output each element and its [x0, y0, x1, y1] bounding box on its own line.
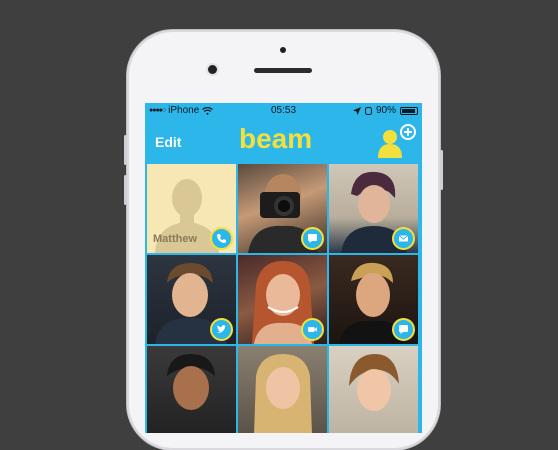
contact-tile[interactable] — [147, 346, 236, 433]
nav-bar: Edit beam — [145, 119, 422, 162]
phone-frame: ●●●●○ iPhone 05:53 90% Edit beam Matthew — [124, 30, 443, 450]
chat-icon[interactable] — [392, 318, 415, 341]
edit-button[interactable]: Edit — [155, 134, 181, 150]
status-bar: ●●●●○ iPhone 05:53 90% — [145, 103, 422, 119]
battery-percentage: 90% — [375, 105, 396, 116]
earpiece-speaker — [254, 68, 312, 73]
status-right: 90% — [352, 105, 418, 116]
contact-tile-matthew[interactable]: Matthew — [147, 164, 236, 253]
add-contact-button[interactable] — [376, 124, 418, 158]
volume-up-button — [124, 135, 127, 165]
beam-logo: beam — [239, 123, 313, 154]
contact-tile[interactable] — [147, 255, 236, 344]
contacts-grid: Matthew — [145, 162, 422, 433]
mail-icon[interactable] — [392, 227, 415, 250]
proximity-sensor — [280, 47, 286, 53]
battery-icon — [400, 106, 418, 115]
location-arrow-icon — [352, 106, 361, 115]
video-icon[interactable] — [301, 318, 324, 341]
contact-tile[interactable] — [238, 255, 327, 344]
power-button — [440, 150, 443, 190]
chat-icon[interactable] — [301, 227, 324, 250]
contact-tile[interactable] — [329, 346, 418, 433]
app-screen: ●●●●○ iPhone 05:53 90% Edit beam Matthew — [145, 103, 422, 433]
front-camera — [208, 65, 217, 74]
contact-photo — [167, 354, 215, 410]
contact-tile[interactable] — [329, 164, 418, 253]
contact-tile[interactable] — [238, 346, 327, 433]
volume-down-button — [124, 175, 127, 205]
contact-name: Matthew — [153, 233, 197, 245]
twitter-icon[interactable] — [210, 318, 233, 341]
alarm-icon — [364, 106, 372, 115]
contact-photo — [349, 354, 399, 411]
contact-tile[interactable] — [238, 164, 327, 253]
contact-tile[interactable] — [329, 255, 418, 344]
contact-photo — [254, 354, 312, 433]
phone-icon[interactable] — [210, 227, 233, 250]
